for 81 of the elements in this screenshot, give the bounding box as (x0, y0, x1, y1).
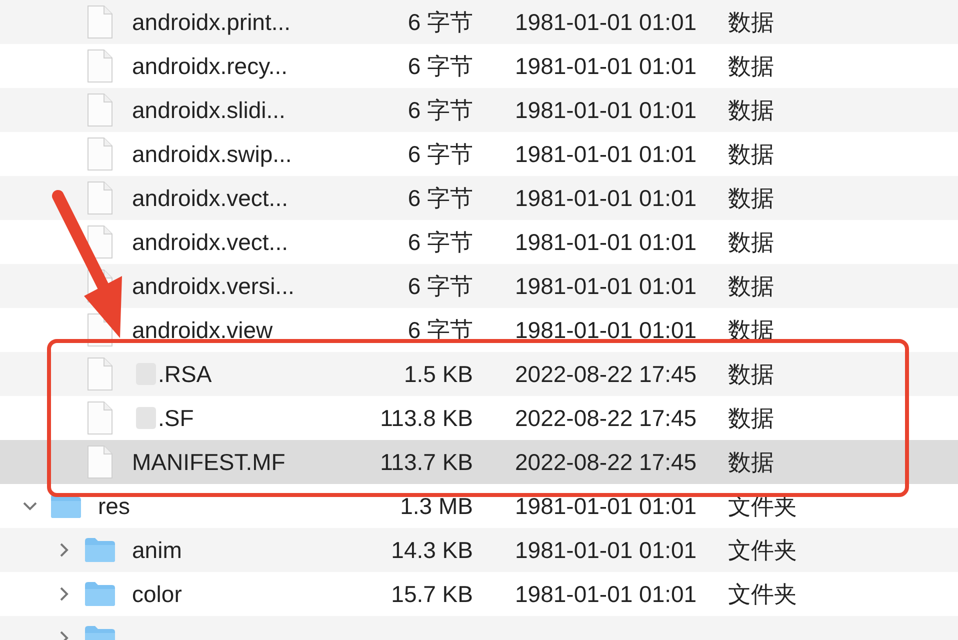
file-row[interactable]: .SF 113.8 KB 2022-08-22 17:45 数据 (0, 396, 958, 440)
modified-date: 1981-01-01 01:01 (514, 8, 698, 36)
file-size: 113.8 KB (380, 404, 473, 432)
file-kind: 数据 (728, 272, 775, 300)
modified-date: 1981-01-01 01:01 (514, 140, 698, 168)
file-row[interactable]: anim 14.3 KB 1981-01-01 01:01 文件夹 (0, 528, 958, 572)
file-row[interactable]: androidx.print... 6 字节 1981-01-01 01:01 数据 (0, 0, 958, 44)
file-name: .RSA (158, 360, 212, 386)
file-kind: 数据 (728, 404, 775, 432)
file-size: 6 字节 (408, 272, 473, 300)
file-name: androidx.print... (132, 8, 291, 36)
modified-date: 2022-08-22 17:45 (514, 360, 698, 388)
chevron-right-icon[interactable] (59, 586, 69, 602)
file-name: androidx.view (132, 316, 273, 344)
file-size: 14.3 KB (391, 536, 473, 564)
file-kind: 数据 (728, 184, 775, 212)
file-size: 15.7 KB (391, 580, 473, 608)
file-kind: 数据 (728, 8, 775, 36)
file-kind: 文件夹 (728, 580, 798, 608)
file-icon (87, 401, 113, 435)
file-row[interactable]: .RSA 1.5 KB 2022-08-22 17:45 数据 (0, 352, 958, 396)
modified-date: 1981-01-01 01:01 (514, 96, 698, 124)
folder-icon (84, 537, 116, 563)
file-name: res (98, 492, 130, 520)
file-size: 6 字节 (408, 184, 473, 212)
file-name: androidx.vect... (132, 228, 288, 256)
file-size: 6 字节 (408, 140, 473, 168)
file-row[interactable]: androidx.vect... 6 字节 1981-01-01 01:01 数据 (0, 176, 958, 220)
modified-date: 1981-01-01 01:01 (514, 316, 698, 344)
modified-date: 1981-01-01 01:01 (514, 272, 698, 300)
file-name: MANIFEST.MF (132, 448, 286, 476)
file-row[interactable]: androidx.slidi... 6 字节 1981-01-01 01:01 数据 (0, 88, 958, 132)
file-name: androidx.versi... (132, 272, 294, 300)
chevron-down-icon[interactable] (22, 501, 38, 511)
file-size: 1.3 MB (400, 492, 473, 520)
file-kind: 数据 (728, 228, 775, 256)
file-kind: 文件夹 (728, 492, 798, 520)
modified-date: 2022-08-22 17:45 (514, 448, 698, 476)
chevron-right-icon[interactable] (59, 542, 69, 558)
file-row[interactable]: androidx.swip... 6 字节 1981-01-01 01:01 数据 (0, 132, 958, 176)
file-kind: 数据 (728, 140, 775, 168)
file-icon (87, 49, 113, 83)
file-row[interactable]: res 1.3 MB 1981-01-01 01:01 文件夹 (0, 484, 958, 528)
file-name: androidx.slidi... (132, 96, 286, 124)
file-size: 6 字节 (408, 96, 473, 124)
modified-date: 1981-01-01 01:01 (514, 184, 698, 212)
file-icon (87, 181, 113, 215)
file-name: androidx.recy... (132, 52, 288, 80)
file-row[interactable]: MANIFEST.MF 113.7 KB 2022-08-22 17:45 数据 (0, 440, 958, 484)
file-row[interactable]: androidx.recy... 6 字节 1981-01-01 01:01 数据 (0, 44, 958, 88)
modified-date: 1981-01-01 01:01 (514, 52, 698, 80)
file-size: 6 字节 (408, 8, 473, 36)
file-size: 1.5 KB (404, 360, 473, 388)
file-kind: 数据 (728, 52, 775, 80)
modified-date: 2022-08-22 17:45 (514, 404, 698, 432)
folder-icon (84, 581, 116, 607)
file-size: 6 字节 (408, 52, 473, 80)
file-row[interactable]: androidx.vect... 6 字节 1981-01-01 01:01 数据 (0, 220, 958, 264)
file-size: 113.7 KB (380, 448, 473, 476)
file-kind: 数据 (728, 360, 775, 388)
file-row[interactable]: androidx.versi... 6 字节 1981-01-01 01:01 数据 (0, 264, 958, 308)
file-name: androidx.vect... (132, 184, 288, 212)
modified-date: 1981-01-01 01:01 (514, 536, 698, 564)
file-icon (87, 357, 113, 391)
modified-date: 1981-01-01 01:01 (514, 228, 698, 256)
file-name: .SF (158, 404, 194, 430)
file-icon (87, 93, 113, 127)
file-kind: 文件夹 (728, 536, 798, 564)
file-icon (87, 137, 113, 171)
modified-date: 1981-01-01 01:01 (514, 580, 698, 608)
file-row[interactable]: color 15.7 KB 1981-01-01 01:01 文件夹 (0, 572, 958, 616)
file-name: androidx.swip... (132, 140, 292, 168)
modified-date: 1981-01-01 01:01 (514, 492, 698, 520)
file-name: anim (132, 536, 182, 564)
file-icon (87, 225, 113, 259)
file-name: color (132, 580, 182, 608)
file-icon (87, 445, 113, 479)
file-size: 6 字节 (408, 228, 473, 256)
file-kind: 数据 (728, 96, 775, 124)
file-icon (87, 5, 113, 39)
file-kind: 数据 (728, 448, 775, 476)
